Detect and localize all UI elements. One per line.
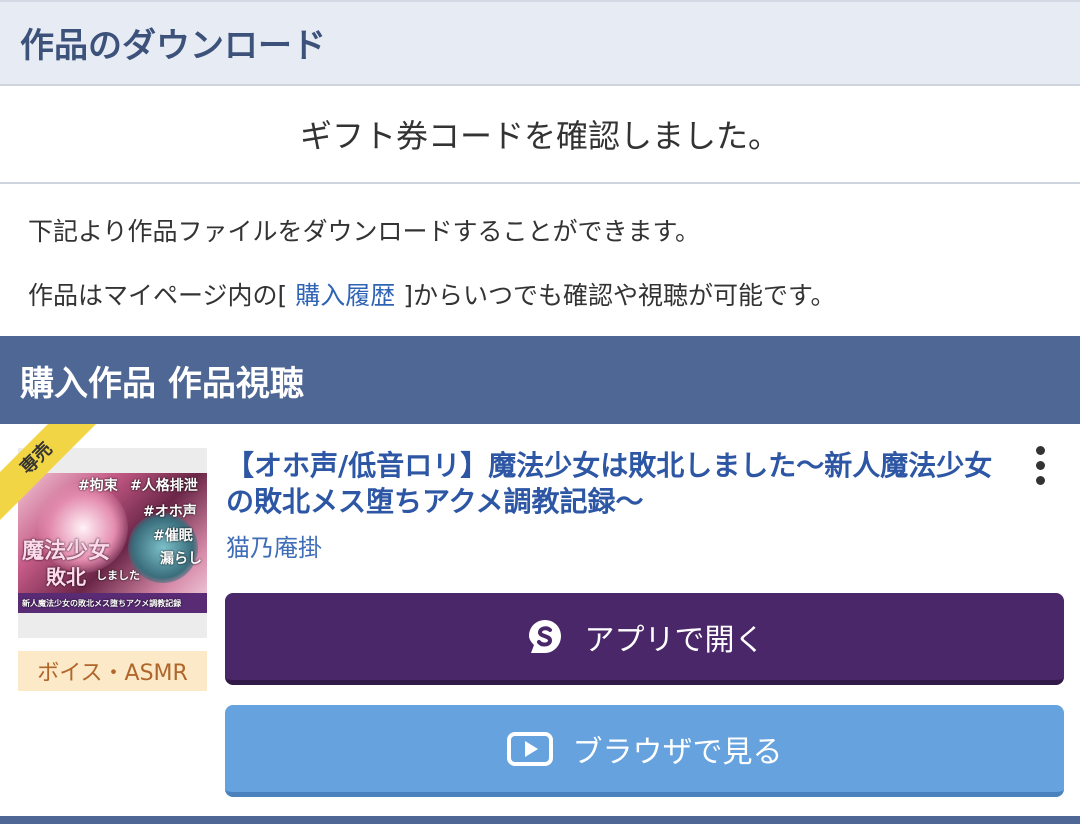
section-title: 購入作品 作品視聴 [20,364,304,404]
page-header: 作品のダウンロード [0,0,1080,86]
exclusive-ribbon-label: 専売 [0,424,103,525]
purchase-history-info: 作品はマイページ内の[ 購入履歴 ]からいつでも確認や視聴が可能です。 [28,276,835,312]
app-logo-icon [525,617,565,657]
author-link[interactable]: 猫乃庵掛 [226,528,322,563]
thumbnail-tag: 漏らし [160,551,202,567]
next-section-header [0,816,1080,824]
category-badge: ボイス・ASMR [18,651,207,691]
info-prefix: 作品はマイページ内の[ [28,281,288,310]
section-header: 購入作品 作品視聴 [0,336,1080,424]
thumbnail-title: しました [96,569,140,582]
open-in-app-label: アプリで開く [584,622,765,658]
view-in-browser-label: ブラウザで見る [572,734,783,770]
thumbnail-tag: #オホ声 [143,504,197,520]
page-title: 作品のダウンロード [20,26,326,66]
download-info-text: 下記より作品ファイルをダウンロードすることができます。 [28,217,701,246]
play-icon [506,729,553,769]
info-suffix: ]からいつでも確認や視聴が可能です。 [403,281,836,310]
thumbnail-subtitle: 新人魔法少女の敗北メス堕ちアクメ調教記録 [22,599,182,608]
thumbnail-title: 敗北 [46,565,86,589]
more-vertical-icon[interactable] [1026,446,1054,488]
work-title-link[interactable]: 【オホ声/低音ロリ】魔法少女は敗北しました〜新人魔法少女の敗北メス堕ちアクメ調教… [226,448,1006,520]
thumbnail-tag: #催眠 [153,528,193,544]
confirmation-message: ギフト券コードを確認しました。 [0,86,1080,184]
view-in-browser-button[interactable]: ブラウザで見る [225,705,1064,797]
open-in-app-button[interactable]: アプリで開く [225,593,1064,685]
thumbnail-tag: #人格排泄 [130,478,198,494]
purchase-history-link[interactable]: 購入履歴 [295,281,395,310]
exclusive-ribbon: 専売 [0,424,110,534]
